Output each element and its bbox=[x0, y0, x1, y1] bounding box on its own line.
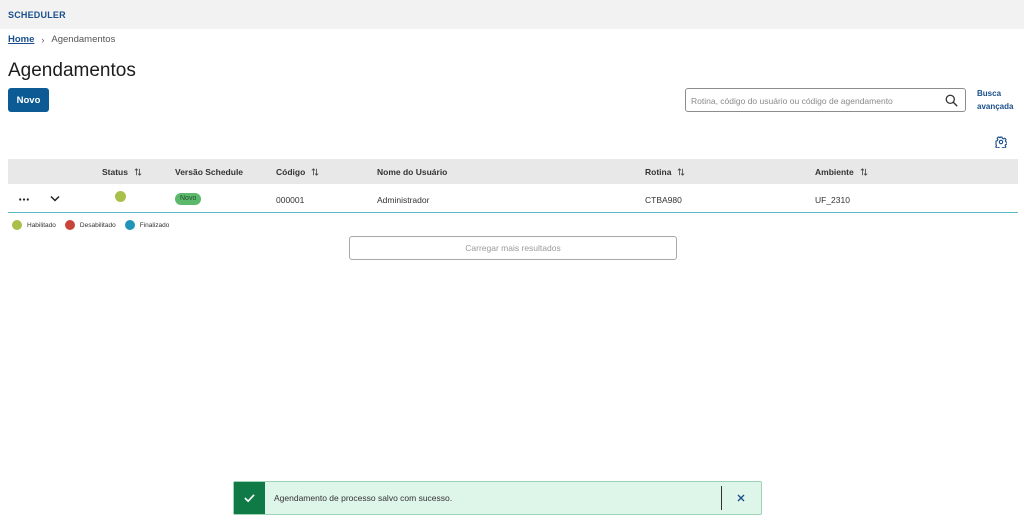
app-title: SCHEDULER bbox=[8, 10, 66, 20]
legend-item-disabled: Desabilitado bbox=[64, 220, 116, 230]
toast-divider bbox=[721, 486, 722, 510]
status-dot bbox=[115, 191, 126, 202]
cell-code: 000001 bbox=[276, 195, 305, 205]
column-header-status[interactable]: Status bbox=[102, 167, 142, 177]
sort-icon[interactable] bbox=[134, 168, 142, 176]
breadcrumb-separator: › bbox=[41, 34, 45, 45]
breadcrumb: Home › Agendamentos bbox=[8, 34, 115, 45]
cell-routine: CTBA980 bbox=[645, 195, 682, 205]
gear-icon[interactable] bbox=[995, 136, 1007, 148]
column-header-routine[interactable]: Rotina bbox=[645, 167, 685, 177]
table-row[interactable]: Novo 000001 Administrador CTBA980 UF_231… bbox=[8, 185, 1018, 213]
more-icon[interactable] bbox=[19, 198, 29, 201]
toast-message: Agendamento de processo salvo com sucess… bbox=[274, 493, 453, 503]
search-box bbox=[685, 88, 966, 112]
load-more-button[interactable]: Carregar mais resultados bbox=[349, 236, 677, 260]
sort-icon[interactable] bbox=[677, 168, 685, 176]
status-legend: Habilitado Desabilitado Finalizado bbox=[12, 220, 178, 230]
table-header: Status Versão Schedule Código Nome do Us… bbox=[8, 159, 1018, 184]
legend-dot bbox=[64, 220, 75, 230]
new-button[interactable]: Novo bbox=[8, 88, 49, 112]
top-bar: SCHEDULER bbox=[0, 0, 1024, 29]
column-header-version: Versão Schedule bbox=[175, 167, 244, 177]
close-icon[interactable] bbox=[737, 494, 745, 502]
search-icon[interactable] bbox=[945, 94, 958, 107]
cell-environment: UF_2310 bbox=[815, 195, 850, 205]
chevron-down-icon[interactable] bbox=[50, 195, 60, 202]
legend-item-finished: Finalizado bbox=[124, 220, 169, 230]
column-header-user: Nome do Usuário bbox=[377, 167, 448, 177]
success-toast: Agendamento de processo salvo com sucess… bbox=[233, 481, 762, 515]
version-badge: Novo bbox=[175, 193, 202, 205]
toast-icon-area bbox=[234, 482, 265, 514]
breadcrumb-current: Agendamentos bbox=[51, 34, 116, 45]
advanced-search-link[interactable]: Busca avançada bbox=[977, 88, 1017, 113]
check-icon bbox=[244, 494, 255, 503]
page-title: Agendamentos bbox=[8, 60, 136, 81]
legend-dot bbox=[124, 220, 135, 230]
sort-icon[interactable] bbox=[311, 168, 319, 176]
column-header-code[interactable]: Código bbox=[276, 167, 319, 177]
breadcrumb-home-link[interactable]: Home bbox=[8, 34, 34, 45]
cell-user: Administrador bbox=[377, 195, 430, 205]
sort-icon[interactable] bbox=[860, 168, 868, 176]
advanced-search-line2: avançada bbox=[977, 101, 1014, 111]
legend-item-enabled: Habilitado bbox=[12, 220, 56, 230]
search-input[interactable] bbox=[691, 93, 941, 108]
legend-dot bbox=[12, 220, 22, 230]
column-header-environment[interactable]: Ambiente bbox=[815, 167, 868, 177]
advanced-search-line1: Busca bbox=[977, 89, 1002, 98]
